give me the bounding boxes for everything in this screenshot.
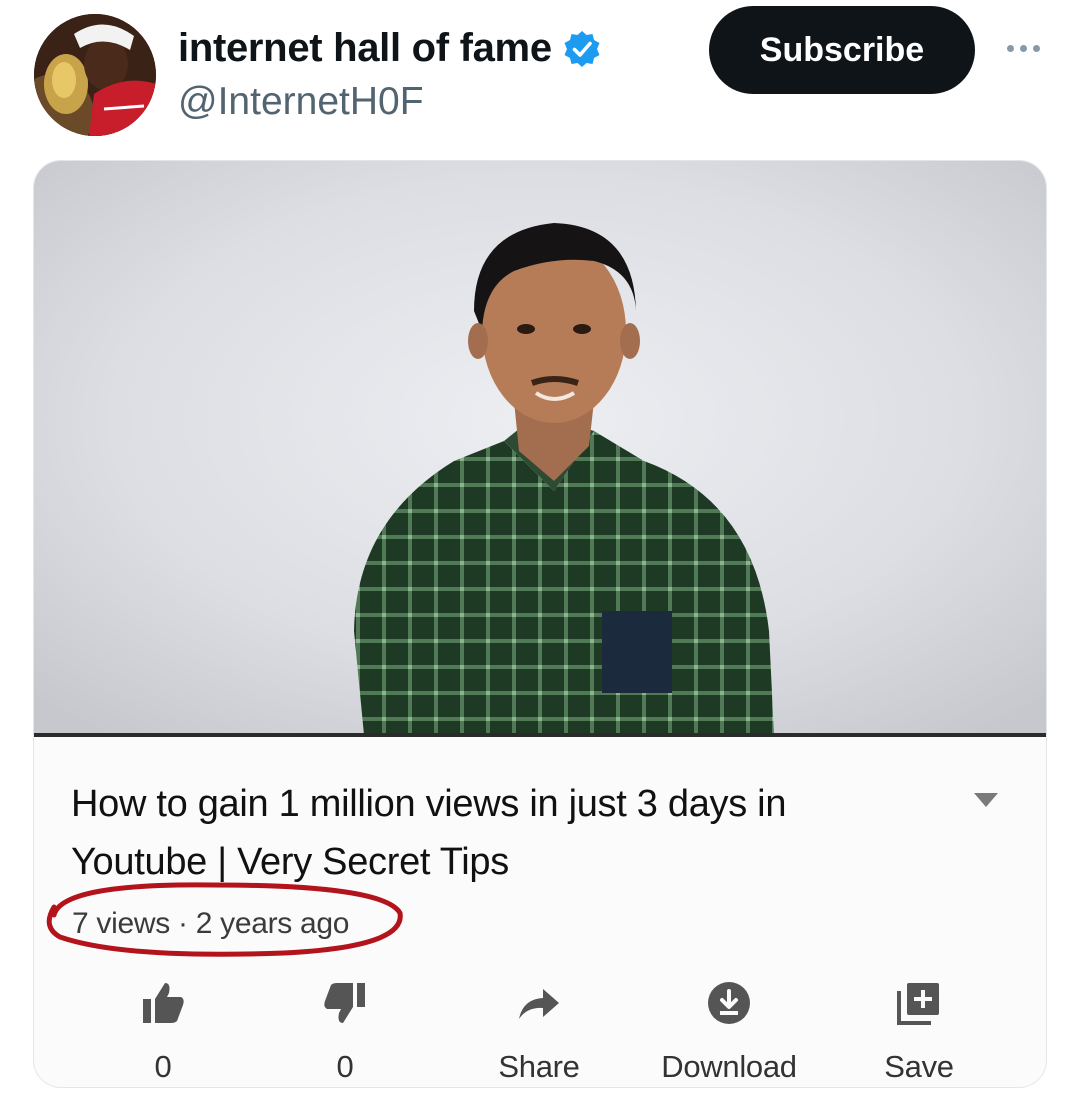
tweet-header: internet hall of fame @InternetH0F Subsc… <box>0 0 1080 150</box>
like-action[interactable]: 0 <box>78 977 248 1087</box>
download-icon <box>708 982 750 1024</box>
dislike-action[interactable]: 0 <box>260 977 430 1087</box>
save-playlist-icon <box>897 983 939 1025</box>
share-label: Share <box>498 1049 580 1084</box>
subscribe-button[interactable]: Subscribe <box>709 6 975 94</box>
video-title[interactable]: How to gain 1 million views in just 3 da… <box>71 775 931 891</box>
like-count: 0 <box>154 1049 172 1084</box>
thumbs-down-icon <box>324 983 365 1023</box>
display-name[interactable]: internet hall of fame <box>178 26 552 71</box>
video-actions: 0 0 Share Download Save <box>34 977 1046 1087</box>
dislike-count: 0 <box>336 1049 354 1084</box>
youtube-info-panel: How to gain 1 million views in just 3 da… <box>34 737 1046 1087</box>
download-action[interactable]: Download <box>644 977 814 1087</box>
share-action[interactable]: Share <box>454 977 624 1087</box>
share-arrow-icon <box>519 989 559 1019</box>
expand-chevron-icon[interactable] <box>974 793 998 807</box>
save-action[interactable]: Save <box>834 977 1004 1087</box>
profile-avatar[interactable] <box>34 14 156 136</box>
more-options-icon[interactable] <box>1000 38 1046 58</box>
tweet-media[interactable]: How to gain 1 million views in just 3 da… <box>33 160 1047 1088</box>
video-thumbnail[interactable] <box>34 161 1046 735</box>
video-meta: 7 views · 2 years ago <box>72 907 350 940</box>
thumbs-up-icon <box>143 983 184 1023</box>
user-handle[interactable]: @InternetH0F <box>178 80 424 124</box>
download-label: Download <box>661 1049 797 1084</box>
save-label: Save <box>884 1049 954 1084</box>
name-row: internet hall of fame <box>178 26 602 71</box>
verified-badge-icon <box>562 29 602 69</box>
avatar-image <box>34 14 156 136</box>
